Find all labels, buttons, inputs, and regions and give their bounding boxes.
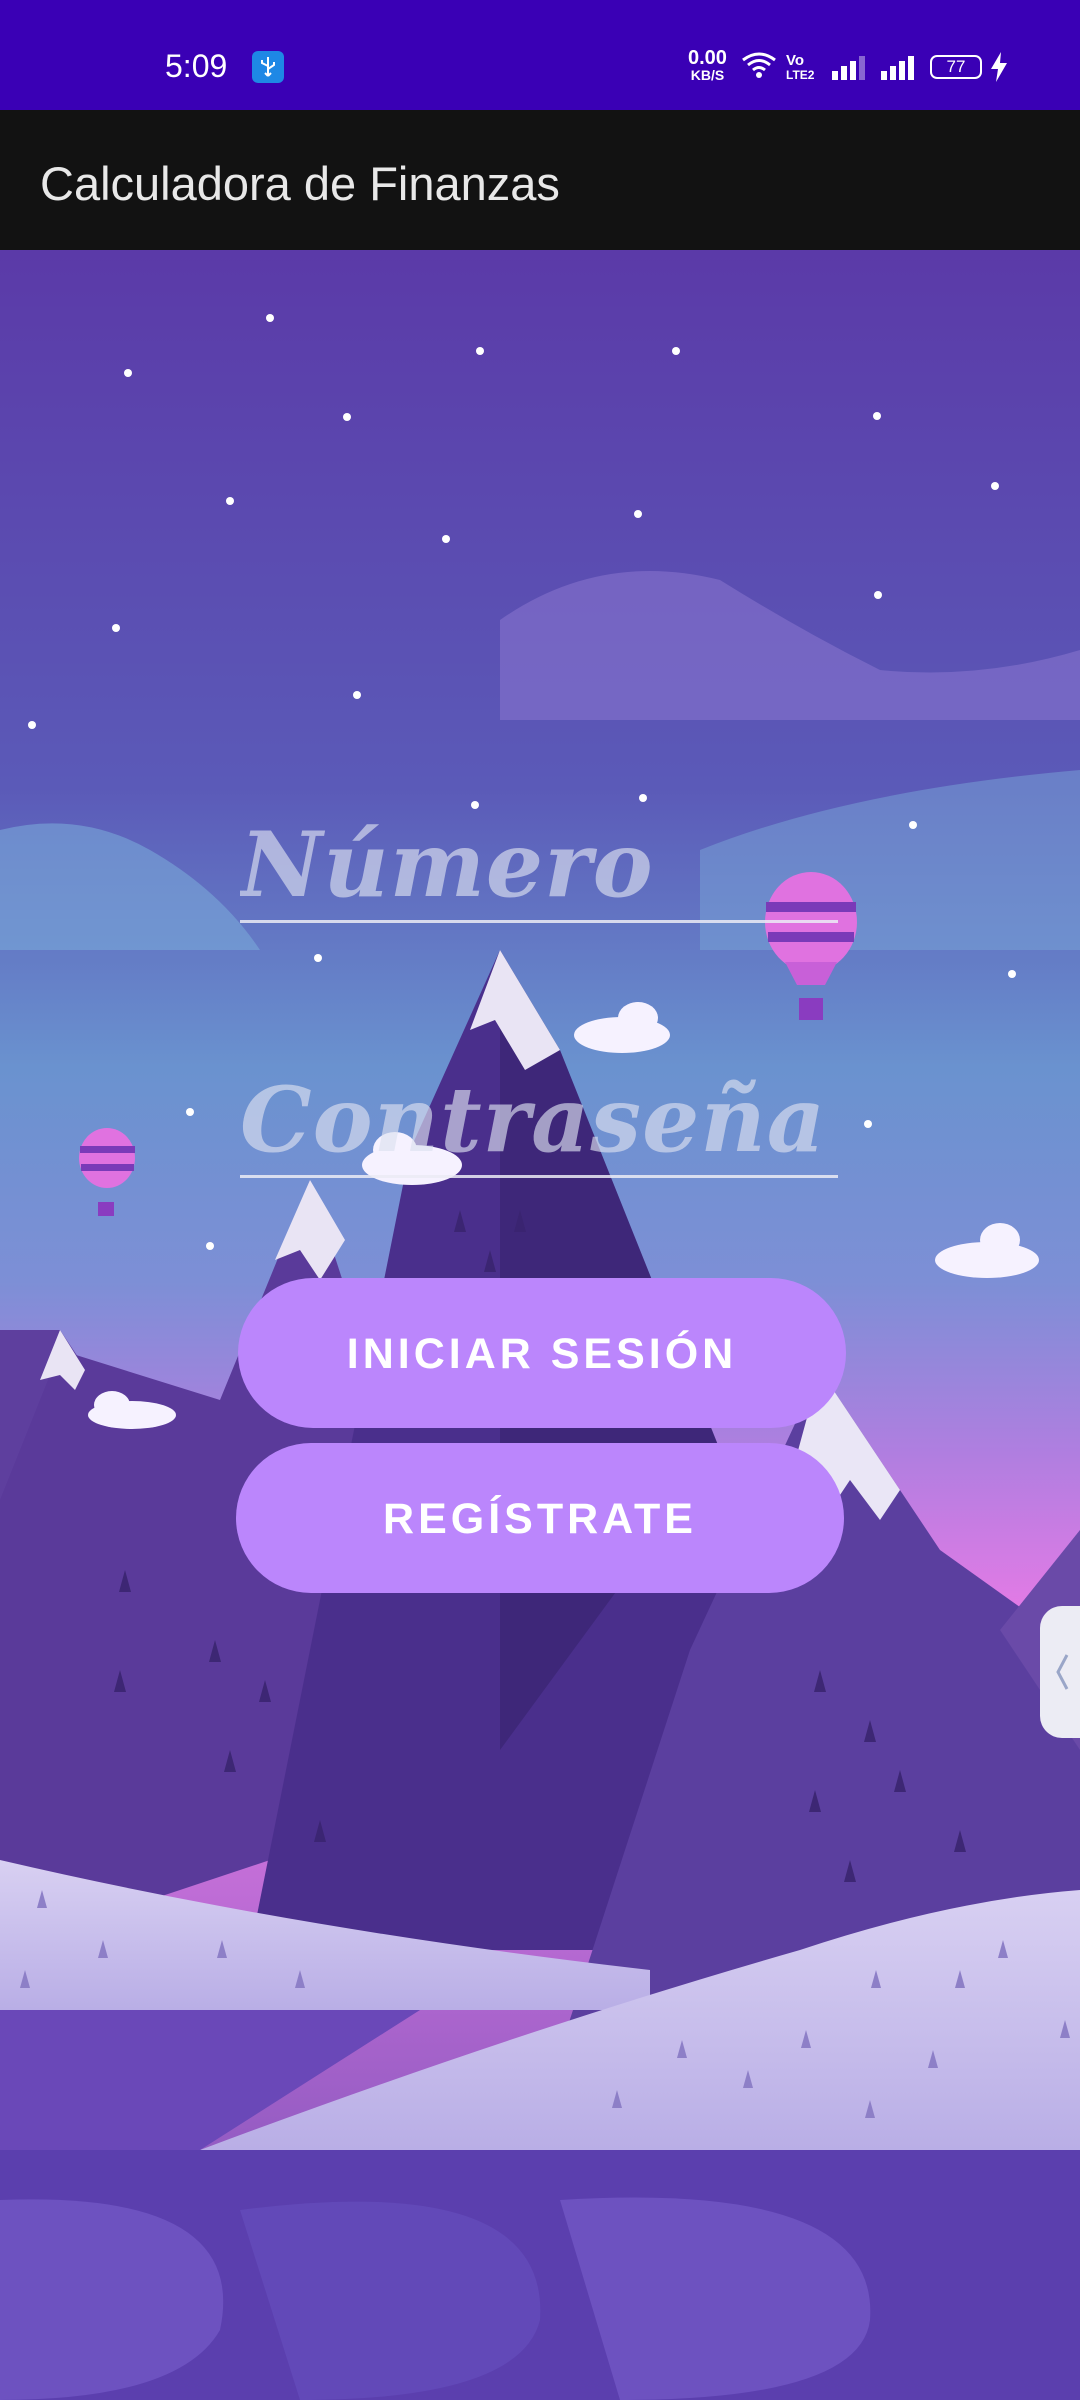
- login-button[interactable]: INICIAR SESIÓN: [238, 1278, 846, 1428]
- signal-icon: [831, 55, 867, 86]
- network-speed-unit: KB/S: [690, 67, 725, 83]
- status-time: 5:09: [165, 48, 228, 84]
- password-field[interactable]: [240, 1065, 838, 1178]
- password-input[interactable]: [240, 1065, 838, 1175]
- chevron-left-icon: [1056, 1654, 1069, 1690]
- app-title: Calculadora de Finanzas: [40, 157, 560, 210]
- battery-icon: 77: [930, 55, 982, 79]
- charging-icon: [990, 52, 1008, 87]
- network-speed: 0.00 KB/S: [688, 47, 727, 84]
- wifi-icon: [741, 51, 777, 84]
- register-button[interactable]: REGÍSTRATE: [236, 1443, 844, 1593]
- status-bar: 5:09 0.00 KB/S Vo LTE2 77: [0, 0, 1080, 110]
- side-panel-handle[interactable]: [1040, 1606, 1080, 1738]
- network-speed-value: 0.00: [688, 47, 727, 69]
- number-input[interactable]: [240, 810, 838, 920]
- usb-icon: [252, 51, 284, 83]
- signal-icon: [880, 55, 916, 86]
- volte-top: Vo: [786, 52, 805, 69]
- volte-bottom: LTE2: [786, 68, 815, 82]
- number-field[interactable]: [240, 810, 838, 923]
- volte-indicator: Vo LTE2: [786, 52, 815, 82]
- app-bar: Calculadora de Finanzas: [0, 110, 1080, 250]
